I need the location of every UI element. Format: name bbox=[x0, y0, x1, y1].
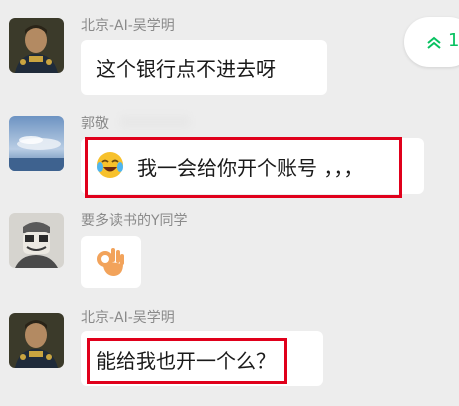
chat-window: 1 北京-AI-吴学明 这个银行点不进去呀 郭敬 我一会给你开个账号 ，，， 要… bbox=[0, 0, 459, 406]
sender-name: 郭敬 bbox=[81, 116, 109, 132]
masked-figure-avatar bbox=[9, 213, 64, 268]
message-bubble[interactable] bbox=[81, 236, 141, 288]
portrait-avatar bbox=[9, 313, 64, 368]
message-bubble[interactable]: 我一会给你开个账号 ，，， bbox=[81, 138, 424, 194]
avatar[interactable] bbox=[9, 116, 64, 171]
sender-name: 北京-AI-吴学明 bbox=[81, 310, 175, 326]
message-bubble[interactable]: 这个银行点不进去呀 bbox=[81, 40, 327, 95]
message-text: 这个银行点不进去呀 bbox=[96, 57, 276, 81]
message-bubble[interactable]: 能给我也开一个么？ bbox=[81, 331, 323, 386]
portrait-avatar bbox=[9, 18, 64, 73]
crying-laughing-emoji bbox=[97, 152, 123, 178]
unread-count: 1 bbox=[448, 30, 459, 51]
sky-landscape-avatar bbox=[9, 116, 64, 171]
double-chevron-up-icon bbox=[427, 36, 441, 49]
redacted-name-blur bbox=[120, 115, 190, 129]
message-text: 我一会给你开个账号 ，，， bbox=[137, 156, 364, 180]
avatar[interactable] bbox=[9, 213, 64, 268]
avatar[interactable] bbox=[9, 313, 64, 368]
unread-messages-button[interactable]: 1 bbox=[404, 17, 459, 67]
ok-hand-emoji bbox=[97, 248, 124, 276]
avatar[interactable] bbox=[9, 18, 64, 73]
message-text: 能给我也开一个么？ bbox=[96, 349, 276, 373]
sender-name: 要多读书的Y同学 bbox=[81, 213, 188, 229]
sender-name: 北京-AI-吴学明 bbox=[81, 18, 175, 34]
